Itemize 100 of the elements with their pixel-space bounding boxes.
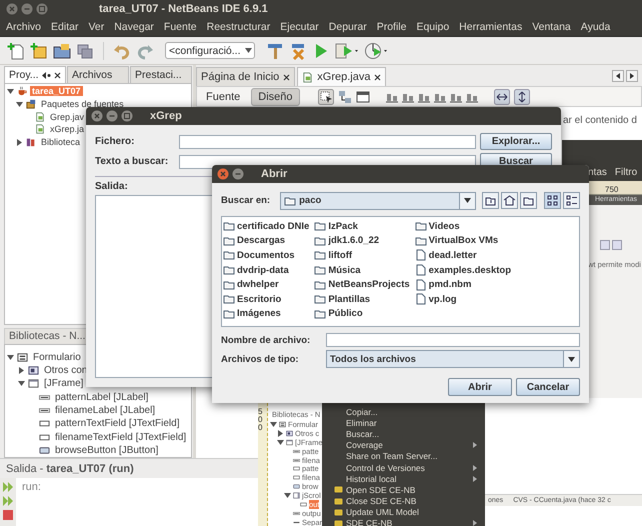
expand-toggle[interactable] bbox=[7, 88, 14, 95]
file-item[interactable]: liftoff bbox=[314, 248, 412, 263]
menu-item[interactable]: Control de Versiones bbox=[322, 462, 485, 474]
file-item[interactable]: Música bbox=[314, 262, 412, 278]
action-button[interactable]: Explorar... bbox=[480, 133, 552, 150]
expand-toggle[interactable] bbox=[16, 100, 23, 108]
tree-item[interactable]: xGrep.ja bbox=[48, 124, 86, 134]
tree-item[interactable]: Paquetes de fuentes bbox=[39, 99, 126, 110]
dialog-button[interactable]: Cancelar bbox=[516, 378, 580, 396]
menu-item[interactable]: Ayuda bbox=[580, 21, 610, 33]
minimize-button[interactable] bbox=[106, 110, 118, 122]
menu-item[interactable]: Reestructurar bbox=[206, 21, 270, 33]
file-item[interactable]: NetBeansProjects bbox=[314, 277, 412, 292]
menu-item[interactable]: Copiar... bbox=[322, 406, 485, 418]
open-project-icon[interactable] bbox=[53, 42, 71, 60]
clean-build-icon[interactable] bbox=[289, 42, 307, 60]
minimize-button[interactable] bbox=[232, 168, 244, 180]
minimize-icon[interactable] bbox=[42, 72, 51, 78]
scroll-left-icon[interactable] bbox=[612, 70, 624, 82]
tree-item[interactable]: filenameLabel [JLabel] bbox=[53, 404, 158, 416]
menu-item[interactable]: Equipo bbox=[416, 21, 450, 33]
file-item[interactable]: VirtualBox VMs bbox=[414, 234, 514, 248]
tree-item[interactable]: [JFrame] bbox=[42, 378, 86, 390]
scroll-right-icon[interactable] bbox=[626, 70, 638, 82]
menu-item[interactable]: Ver bbox=[88, 21, 104, 33]
maximize-button[interactable] bbox=[121, 110, 133, 122]
view-toggle[interactable]: Fuente bbox=[199, 88, 248, 106]
new-file-icon[interactable] bbox=[7, 42, 25, 60]
menu-item[interactable]: Coverage bbox=[322, 440, 485, 451]
close-project-icon[interactable] bbox=[76, 42, 94, 60]
file-item[interactable]: Descargas bbox=[223, 234, 312, 248]
panel-tab[interactable]: Proy... bbox=[4, 66, 66, 83]
editor-tab[interactable]: Página de Inicio bbox=[196, 67, 296, 86]
home-icon[interactable] bbox=[501, 192, 518, 209]
tree-item[interactable]: browseButton [JButton] bbox=[53, 444, 160, 456]
file-item[interactable]: dwhelper bbox=[223, 277, 312, 292]
file-item[interactable]: certificado DNIe bbox=[223, 219, 312, 234]
hammer-icon[interactable] bbox=[266, 42, 284, 60]
selection-mode-icon[interactable] bbox=[318, 88, 334, 104]
menu-item[interactable]: Depurar bbox=[328, 21, 367, 33]
menu-item[interactable]: Herramientas bbox=[459, 21, 522, 33]
tree-item[interactable]: patternTextField [JTextField] bbox=[53, 418, 182, 430]
file-item[interactable]: Público bbox=[314, 306, 412, 322]
resize-horizontal-icon[interactable] bbox=[494, 88, 510, 104]
folder-up-icon[interactable] bbox=[482, 192, 499, 209]
menu-item[interactable]: Ventana bbox=[532, 21, 571, 33]
menu-item[interactable]: Update UML Model bbox=[322, 506, 485, 518]
close-icon[interactable] bbox=[54, 72, 61, 78]
expand-toggle[interactable] bbox=[18, 380, 25, 388]
close-button[interactable] bbox=[6, 3, 18, 15]
connection-mode-icon[interactable] bbox=[338, 90, 352, 104]
panel-tab[interactable]: Prestaci... bbox=[130, 66, 192, 83]
menu-item[interactable]: Navegar bbox=[114, 21, 154, 33]
editor-tab[interactable]: xGrep.java bbox=[297, 67, 386, 86]
file-item[interactable]: examples.desktop bbox=[414, 262, 514, 278]
panel-tab[interactable]: Archivos bbox=[67, 66, 129, 83]
expand-toggle[interactable] bbox=[270, 420, 277, 428]
file-item[interactable]: dvdrip-data bbox=[223, 262, 312, 278]
expand-toggle[interactable] bbox=[277, 430, 284, 437]
expand-toggle[interactable] bbox=[7, 354, 14, 361]
minimize-button[interactable] bbox=[21, 3, 33, 15]
folder-dropdown[interactable]: paco bbox=[280, 192, 476, 210]
menu-item[interactable]: Eliminar bbox=[322, 417, 485, 428]
tree-item[interactable]: patternLabel [JLabel] bbox=[53, 392, 150, 403]
menu-item[interactable]: Filtro bbox=[614, 167, 638, 181]
menu-item[interactable]: Historial local bbox=[322, 473, 485, 484]
tree-item[interactable]: Formulario bbox=[31, 352, 83, 363]
menu-item[interactable]: Open SDE CE-NB bbox=[322, 484, 485, 496]
expand-toggle[interactable] bbox=[284, 492, 291, 500]
profile-icon[interactable] bbox=[364, 42, 388, 60]
file-item[interactable]: IzPack bbox=[314, 219, 412, 234]
file-item[interactable]: Documentos bbox=[223, 248, 312, 263]
menu-item[interactable]: Editar bbox=[51, 21, 78, 33]
expand-toggle[interactable] bbox=[16, 138, 23, 146]
configuration-dropdown[interactable]: <configuració... bbox=[165, 42, 255, 59]
dialog-button[interactable]: Abrir bbox=[448, 378, 512, 396]
expand-toggle[interactable] bbox=[18, 367, 25, 374]
tree-item[interactable]: Grep.jav bbox=[48, 112, 86, 122]
file-item[interactable]: jdk1.6.0_22 bbox=[314, 234, 412, 248]
new-project-icon[interactable] bbox=[30, 42, 48, 60]
view-toggle[interactable]: Diseño bbox=[251, 88, 300, 106]
new-folder-icon[interactable] bbox=[520, 192, 537, 209]
close-icon[interactable] bbox=[283, 74, 290, 80]
input-field[interactable] bbox=[326, 333, 580, 347]
file-item[interactable]: Imágenes bbox=[223, 306, 312, 322]
expand-toggle[interactable] bbox=[277, 438, 284, 446]
preview-icon[interactable] bbox=[356, 90, 370, 104]
close-button[interactable] bbox=[91, 110, 103, 122]
menu-item[interactable]: Ejecutar bbox=[280, 21, 319, 33]
list-view-icon[interactable] bbox=[544, 192, 561, 209]
resize-vertical-icon[interactable] bbox=[514, 88, 530, 104]
file-item[interactable]: Plantillas bbox=[314, 292, 412, 307]
close-icon[interactable] bbox=[374, 74, 382, 80]
file-type-dropdown[interactable]: Todos los archivos bbox=[326, 350, 580, 368]
menu-item[interactable]: Archivo bbox=[6, 21, 42, 33]
menu-item[interactable]: Share on Team Server... bbox=[322, 450, 485, 462]
menu-item[interactable]: Profile bbox=[376, 21, 406, 33]
file-item[interactable]: vp.log bbox=[414, 292, 514, 307]
menu-item[interactable]: Fuente bbox=[164, 21, 197, 33]
file-item[interactable]: Escritorio bbox=[223, 292, 312, 307]
